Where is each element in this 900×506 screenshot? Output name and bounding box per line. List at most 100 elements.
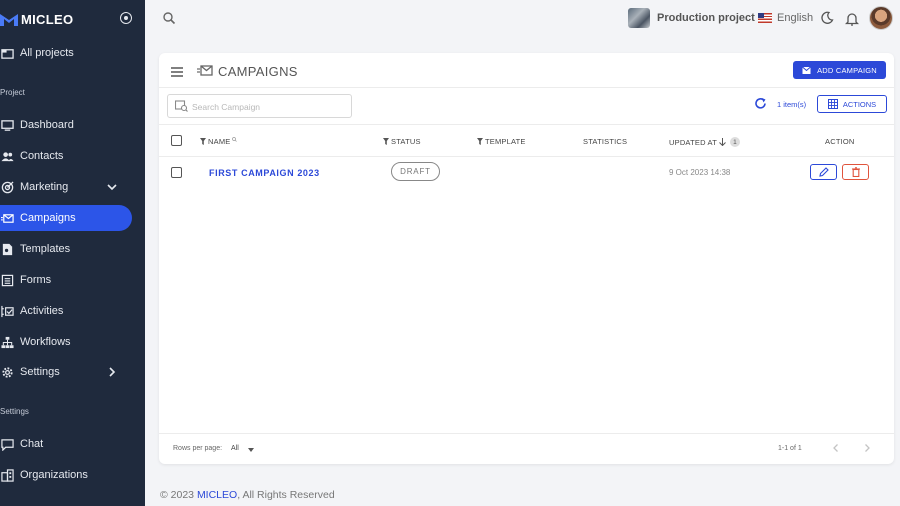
column-label: STATUS bbox=[391, 137, 421, 146]
hamburger-menu-icon[interactable] bbox=[170, 66, 184, 78]
search-icon[interactable] bbox=[162, 11, 176, 25]
add-mail-icon bbox=[802, 66, 811, 74]
chevron-right-icon[interactable] bbox=[862, 443, 872, 453]
filter-icon[interactable] bbox=[383, 138, 389, 145]
divider bbox=[159, 87, 894, 88]
campaigns-icon bbox=[0, 211, 14, 225]
workflows-icon bbox=[0, 335, 14, 349]
language-selector[interactable]: English bbox=[777, 12, 813, 24]
column-header-template[interactable]: TEMPLATE bbox=[477, 137, 526, 146]
search-campaign-field[interactable] bbox=[167, 94, 352, 118]
sidebar-item-label: Organizations bbox=[20, 469, 88, 481]
pagination-range: 1-1 of 1 bbox=[778, 445, 802, 452]
arrow-down-icon bbox=[719, 138, 726, 146]
column-header-statistics: STATISTICS bbox=[583, 137, 627, 146]
select-all-checkbox[interactable] bbox=[171, 135, 182, 146]
column-label: TEMPLATE bbox=[485, 137, 526, 146]
brand-name: MICLEO bbox=[21, 11, 74, 27]
item-count: 1 item(s) bbox=[777, 100, 807, 109]
sidebar-item-campaigns[interactable]: Campaigns bbox=[0, 205, 132, 231]
grid-icon bbox=[827, 99, 838, 109]
brand[interactable]: MICLEO bbox=[0, 9, 73, 29]
actions-button[interactable]: ACTIONS bbox=[817, 95, 887, 113]
sidebar-item-organizations[interactable]: Organizations bbox=[0, 462, 132, 488]
sidebar-item-label: Templates bbox=[20, 243, 71, 255]
refresh-icon[interactable] bbox=[754, 97, 767, 110]
sidebar-item-all-projects[interactable]: All projects bbox=[0, 40, 132, 66]
sidebar-item-marketing[interactable]: Marketing bbox=[0, 174, 132, 200]
section-label-project: Project bbox=[0, 88, 25, 97]
column-label: ACTION bbox=[825, 137, 855, 146]
campaigns-card: CAMPAIGNS ADD CAMPAIGN 1 item(s) ACTIONS… bbox=[159, 53, 894, 464]
top-bar: Production project English bbox=[145, 0, 900, 38]
sort-order-badge: 1 bbox=[729, 137, 740, 147]
filter-icon[interactable] bbox=[477, 138, 483, 145]
forms-icon bbox=[0, 273, 14, 287]
column-label: STATISTICS bbox=[583, 137, 628, 146]
sidebar-item-templates[interactable]: Templates bbox=[0, 236, 132, 262]
sidebar-item-label: All projects bbox=[20, 47, 74, 59]
sidebar-item-chat[interactable]: Chat bbox=[0, 431, 132, 457]
sidebar-item-settings[interactable]: Settings bbox=[0, 359, 132, 385]
bell-icon[interactable] bbox=[845, 11, 859, 26]
sidebar-item-label: Forms bbox=[20, 274, 52, 286]
sidebar-item-contacts[interactable]: Contacts bbox=[0, 143, 132, 169]
row-checkbox[interactable] bbox=[171, 167, 182, 178]
column-header-updated-at[interactable]: UPDATED AT 1 bbox=[669, 137, 740, 147]
edit-button[interactable] bbox=[810, 164, 837, 180]
project-switcher[interactable]: Production project bbox=[657, 12, 755, 24]
search-icon[interactable] bbox=[232, 136, 238, 142]
column-header-status[interactable]: STATUS bbox=[383, 137, 421, 146]
marketing-icon bbox=[0, 180, 14, 194]
search-mail-icon bbox=[175, 100, 188, 112]
sidebar-item-dashboard[interactable]: Dashboard bbox=[0, 112, 132, 138]
sidebar-item-label: Chat bbox=[20, 438, 44, 450]
footer-brand-link[interactable]: MICLEO bbox=[197, 489, 237, 501]
copyright-suffix: , All Rights Reserved bbox=[237, 489, 335, 501]
chat-icon bbox=[0, 437, 14, 451]
add-campaign-label: ADD CAMPAIGN bbox=[817, 65, 877, 75]
us-flag-icon bbox=[758, 13, 772, 23]
user-avatar[interactable] bbox=[869, 6, 893, 30]
project-thumbnail[interactable] bbox=[628, 8, 650, 28]
column-label: NAME bbox=[208, 137, 231, 146]
column-label: UPDATED AT bbox=[669, 137, 717, 147]
gear-icon bbox=[0, 365, 14, 379]
folder-icon bbox=[0, 46, 14, 60]
copyright: © 2023 MICLEO, All Rights Reserved bbox=[160, 489, 335, 501]
delete-button[interactable] bbox=[842, 164, 869, 180]
filter-icon[interactable] bbox=[200, 138, 206, 145]
add-campaign-button[interactable]: ADD CAMPAIGN bbox=[793, 61, 886, 79]
sidebar-item-activities[interactable]: Activities bbox=[0, 298, 132, 324]
sidebar-item-workflows[interactable]: Workflows bbox=[0, 329, 132, 355]
sidebar-item-label: Workflows bbox=[20, 336, 71, 348]
sidebar-item-label: Activities bbox=[20, 305, 64, 317]
search-campaign-input[interactable] bbox=[192, 99, 342, 114]
contacts-icon bbox=[0, 149, 14, 163]
divider bbox=[159, 433, 894, 434]
table-row: FIRST CAMPAIGN 2023 DRAFT 9 Oct 2023 14:… bbox=[159, 157, 894, 188]
sidebar: MICLEO All projects Project Dashboard Co… bbox=[0, 0, 145, 506]
rows-per-page-select[interactable]: All bbox=[231, 445, 239, 452]
section-label-settings: Settings bbox=[0, 407, 29, 416]
chevron-right-icon bbox=[109, 367, 116, 377]
copyright-prefix: © 2023 bbox=[160, 489, 197, 501]
pencil-icon bbox=[818, 167, 829, 177]
updated-at-value: 9 Oct 2023 14:38 bbox=[669, 168, 731, 177]
sidebar-item-forms[interactable]: Forms bbox=[0, 267, 132, 293]
status-badge: DRAFT bbox=[391, 162, 440, 181]
trash-icon bbox=[851, 167, 860, 177]
sidebar-item-label: Campaigns bbox=[20, 212, 76, 224]
caret-down-icon[interactable] bbox=[248, 448, 254, 452]
column-header-name[interactable]: NAME bbox=[200, 136, 238, 146]
actions-label: ACTIONS bbox=[842, 99, 877, 109]
sidebar-item-label: Marketing bbox=[20, 181, 69, 193]
table-header: NAME STATUS TEMPLATE STATISTICS UPDATED … bbox=[159, 124, 894, 157]
chevron-left-icon[interactable] bbox=[831, 443, 841, 453]
sidebar-collapse-toggle-icon[interactable] bbox=[120, 12, 132, 24]
campaign-name-link[interactable]: FIRST CAMPAIGN 2023 bbox=[209, 168, 320, 178]
column-header-action: ACTION bbox=[825, 137, 855, 146]
sidebar-item-label: Settings bbox=[20, 366, 60, 378]
moon-icon[interactable] bbox=[820, 11, 834, 25]
sidebar-item-label: Contacts bbox=[20, 150, 64, 162]
